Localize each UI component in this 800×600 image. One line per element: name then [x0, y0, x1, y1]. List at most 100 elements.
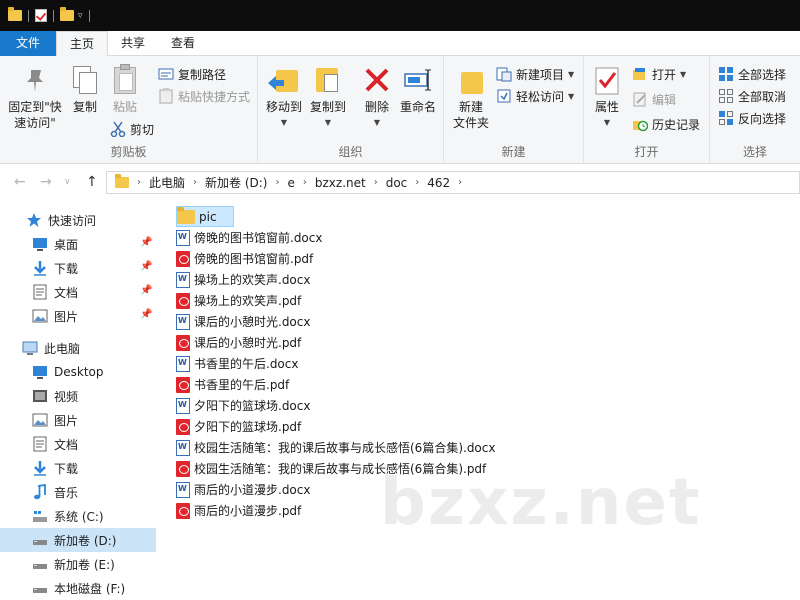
history-icon [632, 116, 649, 132]
tab-view[interactable]: 查看 [158, 31, 208, 56]
nav-item-music[interactable]: 音乐 [0, 480, 156, 504]
pin-icon[interactable]: 📌 [140, 262, 152, 272]
nav-label: 新加卷 (D:) [54, 533, 117, 548]
move-to-dropdown-icon[interactable]: ▼ [281, 115, 287, 131]
new-folder-icon[interactable] [60, 7, 74, 21]
edit-button[interactable]: 编辑 [632, 89, 676, 109]
forward-arrow-icon[interactable]: → [40, 174, 52, 190]
copy-button[interactable]: 复制 [68, 64, 102, 115]
file-name: 课后的小憩时光.pdf [194, 336, 302, 350]
properties-button[interactable]: 属性 ▼ [590, 64, 624, 131]
file-item-pdf[interactable]: 夕阳下的篮球场.pdf [176, 416, 305, 437]
file-item-pdf[interactable]: 课后的小憩时光.pdf [176, 332, 305, 353]
breadcrumb-item[interactable]: bzxz.net [315, 176, 366, 190]
new-item-button[interactable]: 新建项目 ▼ [496, 64, 574, 84]
file-item-docx[interactable]: 操场上的欢笑声.docx [176, 269, 314, 290]
file-item-docx[interactable]: 夕阳下的篮球场.docx [176, 395, 314, 416]
file-name: 夕阳下的篮球场.pdf [194, 420, 302, 434]
breadcrumb-item[interactable]: e [287, 176, 294, 190]
pin-icon[interactable]: 📌 [140, 286, 152, 296]
invert-selection-button[interactable]: 反向选择 [718, 108, 786, 128]
pin-icon[interactable]: 📌 [140, 238, 152, 248]
properties-dropdown-icon[interactable]: ▼ [604, 115, 610, 131]
tab-file[interactable]: 文件 [0, 31, 57, 56]
new-item-dropdown-icon[interactable]: ▼ [568, 70, 574, 79]
tab-share[interactable]: 共享 [108, 31, 158, 56]
drive-icon [32, 556, 48, 572]
breadcrumb-item[interactable]: 462 [427, 176, 450, 190]
file-item-pdf[interactable]: 傍晚的图书馆窗前.pdf [176, 248, 317, 269]
pin-quick-access-button[interactable]: 固定到"快速访问" [6, 64, 64, 131]
nav-item-desktop-en[interactable]: Desktop [0, 360, 156, 384]
copy-to-button[interactable]: 复制到 ▼ [308, 64, 348, 131]
cut-button[interactable]: 剪切 [110, 119, 154, 139]
chevron-right-icon[interactable]: › [415, 177, 419, 188]
breadcrumb-item[interactable]: 此电脑 [149, 174, 185, 191]
chevron-right-icon[interactable]: › [137, 177, 141, 188]
nav-item-drive-e[interactable]: 新加卷 (E:) [0, 552, 156, 576]
nav-item-documents[interactable]: 文档 📌 [0, 280, 156, 304]
folder-icon[interactable] [8, 7, 22, 21]
address-bar[interactable]: › 此电脑 › 新加卷 (D:) › e › bzxz.net › doc › … [106, 171, 800, 194]
easy-access-button[interactable]: 轻松访问 ▼ [496, 86, 574, 106]
delete-button[interactable]: 删除 ▼ [360, 64, 394, 131]
select-none-button[interactable]: 全部取消 [718, 86, 786, 106]
nav-label: 系统 (C:) [54, 509, 104, 524]
paste-shortcut-button[interactable]: 粘贴快捷方式 [158, 86, 250, 106]
nav-item-documents-pc[interactable]: 文档 [0, 432, 156, 456]
properties-icon[interactable] [35, 9, 47, 22]
chevron-right-icon[interactable]: › [374, 177, 378, 188]
recent-locations-chevron-icon[interactable]: ∨ [64, 177, 71, 187]
open-dropdown-icon[interactable]: ▼ [680, 70, 686, 79]
file-item-pdf[interactable]: 雨后的小道漫步.pdf [176, 500, 305, 521]
open-button[interactable]: 打开 ▼ [632, 64, 686, 84]
dropdown-icon[interactable]: ▿ [78, 11, 83, 21]
nav-quick-access[interactable]: 快速访问 [0, 208, 156, 232]
breadcrumb-item[interactable]: 新加卷 (D:) [205, 174, 267, 191]
chevron-right-icon[interactable]: › [303, 177, 307, 188]
new-folder-button[interactable]: 新建 文件夹 [450, 64, 492, 131]
move-to-button[interactable]: 移动到 ▼ [264, 64, 304, 131]
pictures-icon [32, 412, 48, 428]
paste-button[interactable]: 粘贴 [108, 64, 142, 115]
select-all-button[interactable]: 全部选择 [718, 64, 786, 84]
pin-icon[interactable]: 📌 [140, 310, 152, 320]
history-button[interactable]: 历史记录 [632, 114, 700, 134]
nav-item-desktop[interactable]: 桌面 📌 [0, 232, 156, 256]
delete-dropdown-icon[interactable]: ▼ [374, 115, 380, 131]
breadcrumb-item[interactable]: doc [386, 176, 408, 190]
nav-item-downloads[interactable]: 下载 📌 [0, 256, 156, 280]
nav-item-pictures[interactable]: 图片 📌 [0, 304, 156, 328]
easy-access-icon [496, 88, 512, 104]
tab-home[interactable]: 主页 [56, 31, 109, 57]
file-item-docx[interactable]: 书香里的午后.docx [176, 353, 302, 374]
nav-item-drive-d[interactable]: 新加卷 (D:) [0, 528, 156, 552]
file-item-pdf[interactable]: 操场上的欢笑声.pdf [176, 290, 305, 311]
desktop-icon [32, 236, 48, 252]
rename-button[interactable]: 重命名 [398, 64, 438, 115]
file-item-docx[interactable]: 雨后的小道漫步.docx [176, 479, 314, 500]
nav-item-pictures-pc[interactable]: 图片 [0, 408, 156, 432]
file-item-pdf[interactable]: 书香里的午后.pdf [176, 374, 293, 395]
up-arrow-icon[interactable]: ↑ [86, 174, 98, 190]
file-item-docx[interactable]: 课后的小憩时光.docx [176, 311, 314, 332]
easy-access-dropdown-icon[interactable]: ▼ [568, 92, 574, 101]
nav-label: 图片 [54, 413, 79, 428]
group-select: 全部选择 全部取消 反向选择 选择 [710, 56, 800, 164]
copy-path-button[interactable]: 复制路径 [158, 64, 226, 84]
back-arrow-icon[interactable]: ← [14, 174, 26, 190]
open-icon [632, 66, 648, 82]
nav-item-downloads-pc[interactable]: 下载 [0, 456, 156, 480]
chevron-right-icon[interactable]: › [275, 177, 279, 188]
file-item-docx[interactable]: 傍晚的图书馆窗前.docx [176, 227, 326, 248]
copy-to-dropdown-icon[interactable]: ▼ [325, 115, 331, 131]
nav-item-drive-c[interactable]: 系统 (C:) [0, 504, 156, 528]
chevron-right-icon[interactable]: › [458, 177, 462, 188]
nav-item-videos[interactable]: 视频 [0, 384, 156, 408]
nav-label: 快速访问 [48, 213, 97, 228]
nav-this-pc[interactable]: 此电脑 [0, 336, 156, 360]
nav-item-drive-f[interactable]: 本地磁盘 (F:) [0, 576, 156, 600]
file-item-docx[interactable]: 校园生活随笔：我的课后故事与成长感悟(6篇合集).docx [176, 437, 499, 458]
chevron-right-icon[interactable]: › [193, 177, 197, 188]
file-item-folder[interactable]: pic [176, 206, 234, 227]
